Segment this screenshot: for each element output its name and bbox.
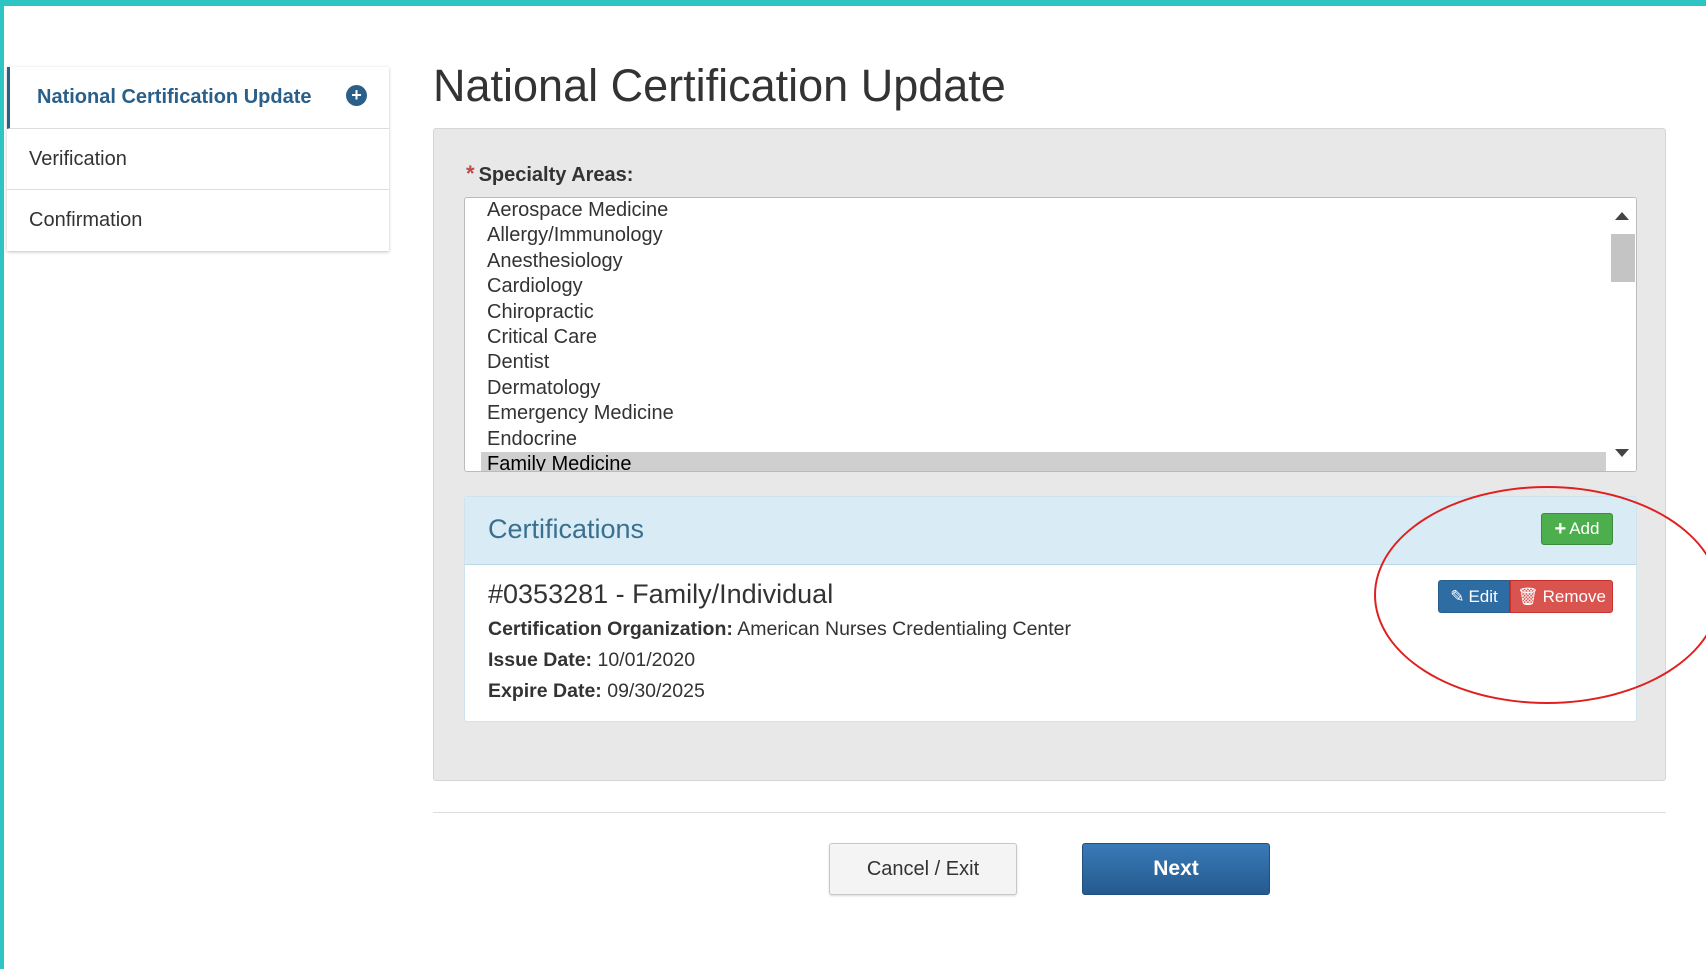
scroll-up-icon[interactable] bbox=[1615, 212, 1629, 220]
add-button-label: Add bbox=[1569, 519, 1600, 538]
scroll-down-icon[interactable] bbox=[1615, 449, 1629, 457]
add-certification-button[interactable]: + Add bbox=[1541, 513, 1613, 545]
plus-icon: + bbox=[1554, 518, 1567, 540]
certifications-title: Certifications bbox=[488, 514, 645, 544]
certification-expire-date: Expire Date: 09/30/2025 bbox=[488, 680, 705, 702]
certifications-panel: Certifications + Add #0353281 - Family/I… bbox=[464, 496, 1637, 722]
cancel-exit-button[interactable]: Cancel / Exit bbox=[829, 843, 1017, 895]
specialty-areas-label: * Specialty Areas: bbox=[466, 161, 634, 186]
specialty-option[interactable]: Dermatology bbox=[465, 376, 1606, 401]
specialty-areas-listbox[interactable]: Aerospace Medicine Allergy/Immunology Anes… bbox=[464, 197, 1637, 472]
edit-certification-button[interactable]: ✎ Edit bbox=[1438, 580, 1510, 613]
required-marker: * bbox=[466, 161, 475, 186]
specialty-option[interactable]: Endocrine bbox=[465, 427, 1606, 452]
pencil-icon: ✎ bbox=[1450, 586, 1465, 606]
plus-circle-icon: + bbox=[346, 85, 367, 106]
specialty-options-list: Aerospace Medicine Allergy/Immunology Anes… bbox=[465, 198, 1606, 471]
specialty-option[interactable]: Anesthesiology bbox=[465, 249, 1606, 274]
sidebar-item-national-certification-update[interactable]: National Certification Update + bbox=[7, 67, 389, 129]
page-title: National Certification Update bbox=[433, 60, 1006, 111]
sidebar-item-label: National Certification Update bbox=[37, 86, 312, 108]
sidebar-item-confirmation[interactable]: Confirmation bbox=[7, 190, 389, 251]
window-frame-left bbox=[0, 0, 4, 969]
scroll-thumb[interactable] bbox=[1611, 234, 1635, 282]
sidebar-item-verification[interactable]: Verification bbox=[7, 129, 389, 190]
certification-issue-date: Issue Date: 10/01/2020 bbox=[488, 649, 696, 671]
specialty-option[interactable]: Aerospace Medicine bbox=[465, 198, 1606, 223]
trash-icon: 🗑 bbox=[1517, 586, 1539, 606]
specialty-option[interactable]: Family Medicine bbox=[481, 451, 1606, 471]
certification-organization: Certification Organization: American Nur… bbox=[488, 618, 1072, 640]
sidebar-item-label: Verification bbox=[29, 147, 127, 170]
certification-actions: ✎ Edit 🗑 Remove bbox=[1438, 580, 1613, 613]
certifications-header: Certifications + Add bbox=[465, 497, 1636, 565]
sidebar-nav: National Certification Update + Verifica… bbox=[7, 67, 389, 251]
certification-item: #0353281 - Family/Individual Certificati… bbox=[465, 565, 1636, 715]
form-panel: * Specialty Areas: Aerospace Medicine Alle… bbox=[433, 128, 1666, 781]
specialty-option[interactable]: Chiropractic bbox=[465, 300, 1606, 325]
specialty-option[interactable]: Allergy/Immunology bbox=[465, 223, 1606, 248]
specialty-option[interactable]: Emergency Medicine bbox=[465, 401, 1606, 426]
footer-divider bbox=[433, 812, 1666, 813]
remove-certification-button[interactable]: 🗑 Remove bbox=[1510, 580, 1613, 613]
specialty-option[interactable]: Dentist bbox=[465, 350, 1606, 375]
window-frame-top bbox=[0, 0, 1706, 6]
listbox-scrollbar[interactable] bbox=[1606, 198, 1636, 471]
specialty-option[interactable]: Cardiology bbox=[465, 274, 1606, 299]
next-button[interactable]: Next bbox=[1082, 843, 1270, 895]
sidebar-item-label: Confirmation bbox=[29, 209, 143, 231]
specialty-option[interactable]: Critical Care bbox=[465, 325, 1606, 350]
